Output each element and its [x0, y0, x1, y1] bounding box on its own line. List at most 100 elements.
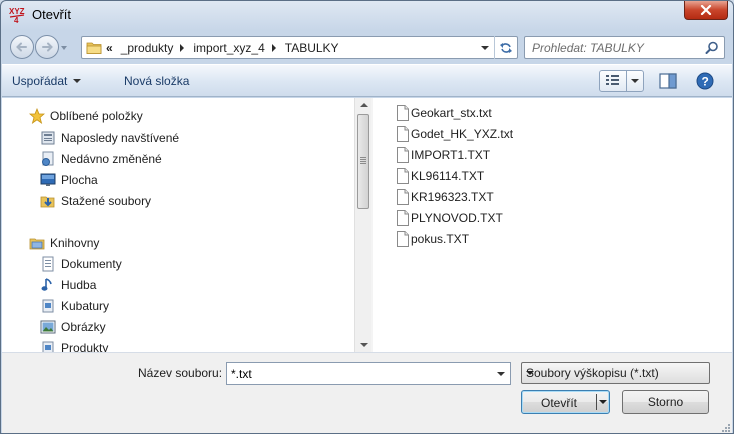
scroll-up-icon[interactable]	[360, 103, 368, 107]
address-dropdown-icon[interactable]	[481, 46, 489, 50]
file-name: IMPORT1.TXT	[411, 148, 491, 162]
dialog-footer: Název souboru: Soubory výškopisu (*.txt)…	[2, 352, 732, 433]
text-file-icon	[397, 210, 409, 226]
nav-favorites-label: Oblíbené položky	[50, 109, 143, 123]
breadcrumb-import-xyz-4[interactable]: import_xyz_4	[193, 41, 264, 55]
svg-text:?: ?	[702, 75, 709, 89]
file-name: PLYNOVOD.TXT	[411, 211, 503, 225]
filetype-value: Soubory výškopisu (*.txt)	[526, 366, 659, 380]
back-button[interactable]	[10, 35, 34, 59]
search-input[interactable]	[532, 40, 702, 56]
folder-icon	[86, 42, 102, 54]
address-bar[interactable]: « _produkty import_xyz_4 TABULKY	[81, 36, 518, 59]
breadcrumb-arrow-icon[interactable]	[180, 44, 185, 52]
window-title: Otevřít	[32, 7, 72, 22]
file-item[interactable]: Godet_HK_YXZ.txt	[396, 124, 513, 144]
open-button-label: Otevřít	[541, 396, 578, 410]
file-item[interactable]: pokus.TXT	[396, 229, 469, 249]
nav-item-music[interactable]: Hudba	[39, 275, 96, 295]
nav-pane-scrollbar[interactable]	[354, 98, 371, 352]
nav-libraries[interactable]: Knihovny	[28, 233, 99, 253]
nav-item-desktop[interactable]: Plocha	[39, 170, 98, 190]
refresh-button[interactable]	[494, 36, 517, 59]
nav-item-pictures[interactable]: Obrázky	[39, 317, 106, 337]
text-file-icon	[397, 231, 409, 247]
nav-item-label: Plocha	[61, 173, 98, 187]
change-view-button[interactable]	[599, 70, 644, 92]
search-icon[interactable]	[705, 41, 719, 55]
music-icon	[39, 277, 56, 293]
breadcrumb-produkty[interactable]: _produkty	[121, 41, 174, 55]
filename-input[interactable]	[231, 366, 481, 382]
file-name: pokus.TXT	[411, 232, 470, 246]
text-file-icon	[397, 147, 409, 163]
open-options-dropdown-icon[interactable]	[599, 400, 607, 404]
file-item[interactable]: IMPORT1.TXT	[396, 145, 490, 165]
nav-favorites[interactable]: Oblíbené položky	[28, 106, 143, 126]
breadcrumb-tabulky[interactable]: TABULKY	[285, 41, 339, 55]
breadcrumb-overflow[interactable]: «	[106, 41, 113, 55]
nav-item-documents[interactable]: Dokumenty	[39, 254, 122, 274]
text-file-icon	[397, 168, 409, 184]
documents-icon	[39, 256, 56, 272]
chevron-down-icon	[73, 79, 82, 83]
content-area: Oblíbené položky Naposledy navštívené Ne…	[2, 98, 732, 352]
nav-item-label: Naposledy navštívené	[61, 131, 180, 145]
resize-grip-icon[interactable]	[720, 422, 730, 432]
close-button[interactable]	[684, 1, 728, 20]
help-icon[interactable]: ?	[696, 72, 714, 90]
nav-item-kubatury[interactable]: Kubatury	[39, 296, 109, 316]
nav-item-label: Hudba	[61, 278, 97, 292]
new-folder-button[interactable]: Nová složka	[124, 74, 189, 88]
search-box[interactable]	[524, 36, 725, 59]
cancel-button[interactable]: Storno	[622, 390, 709, 414]
view-details-icon	[606, 75, 619, 85]
scroll-down-icon[interactable]	[360, 343, 368, 347]
nav-item-downloads[interactable]: Stažené soubory	[39, 191, 151, 211]
nav-item-label: Nedávno změněné	[61, 152, 162, 166]
navigation-row: « _produkty import_xyz_4 TABULKY	[1, 31, 733, 64]
view-dropdown-icon[interactable]	[631, 79, 639, 83]
nav-item-label: Stažené soubory	[61, 194, 152, 208]
file-item[interactable]: KR196323.TXT	[396, 187, 494, 207]
recent-changes-icon	[39, 151, 56, 167]
preview-pane-icon[interactable]	[659, 73, 677, 89]
filetype-select[interactable]: Soubory výškopisu (*.txt)	[521, 362, 710, 384]
breadcrumb: « _produkty import_xyz_4 TABULKY	[106, 41, 339, 55]
breadcrumb-arrow-icon[interactable]	[271, 44, 276, 52]
organize-button[interactable]: Uspořádat	[12, 74, 82, 88]
forward-button[interactable]	[35, 35, 59, 59]
navigation-pane: Oblíbené položky Naposledy navštívené Ne…	[2, 98, 354, 352]
file-name: KR196323.TXT	[411, 190, 494, 204]
nav-item-label: Produkty	[61, 341, 109, 352]
nav-item-label: Obrázky	[61, 320, 106, 334]
file-item[interactable]: PLYNOVOD.TXT	[396, 208, 503, 228]
desktop-icon	[39, 172, 56, 188]
history-dropdown-icon[interactable]	[61, 46, 67, 50]
chevron-down-icon[interactable]	[526, 371, 534, 375]
open-button[interactable]: Otevřít	[521, 390, 610, 414]
pictures-icon	[39, 319, 56, 335]
file-item[interactable]: Geokart_stx.txt	[396, 103, 492, 123]
title-bar: XYZ 4 Otevřít	[1, 1, 733, 31]
recent-places-icon	[39, 130, 56, 146]
nav-item-recent-changes[interactable]: Nedávno změněné	[39, 149, 162, 169]
close-icon	[700, 5, 712, 15]
nav-item-recent-places[interactable]: Naposledy navštívené	[39, 128, 179, 148]
file-item[interactable]: KL96114.TXT	[396, 166, 484, 186]
nav-item-produkty[interactable]: Produkty	[39, 338, 108, 352]
filename-dropdown-icon[interactable]	[497, 372, 505, 376]
star-icon	[28, 108, 45, 124]
refresh-icon	[500, 42, 512, 53]
organize-label: Uspořádat	[12, 74, 68, 88]
text-file-icon	[397, 189, 409, 205]
libraries-icon	[28, 235, 45, 251]
svg-text:4: 4	[14, 16, 19, 25]
text-file-icon	[397, 105, 409, 121]
nav-item-label: Kubatury	[61, 299, 110, 313]
filename-combobox[interactable]	[226, 362, 511, 385]
downloads-icon	[39, 193, 56, 209]
scrollbar-thumb[interactable]	[357, 114, 369, 209]
text-file-icon	[397, 126, 409, 142]
command-bar: Uspořádat Nová složka ?	[2, 64, 732, 97]
